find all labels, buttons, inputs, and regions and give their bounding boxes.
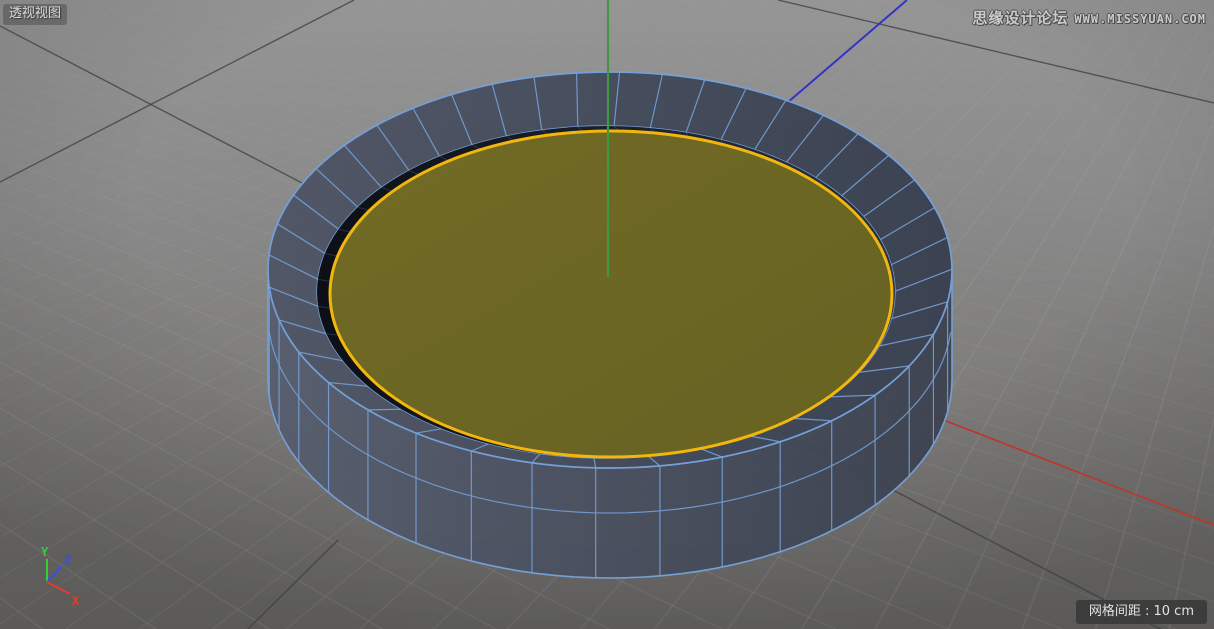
selected-polygon-face [330, 131, 892, 457]
gizmo-x-label: X [72, 594, 80, 608]
viewport-name-label: 透视视图 [3, 4, 67, 25]
z-axis-line [787, 0, 907, 103]
grid-spacing-badge: 网格间距 : 10 cm [1076, 600, 1207, 624]
watermark-site-name: 思缘设计论坛 [972, 9, 1068, 27]
x-axis-line [923, 412, 1214, 525]
watermark-site-url: WWW.MISSYUAN.COM [1074, 12, 1206, 26]
scene-canvas [0, 0, 1214, 629]
watermark: 思缘设计论坛 WWW.MISSYUAN.COM [972, 7, 1206, 28]
gizmo-z-label: Z [64, 553, 71, 567]
cylinder-mesh-object[interactable] [268, 72, 952, 578]
axis-gizmo-icon: Y Z X [10, 535, 100, 610]
gizmo-y-label: Y [41, 545, 49, 559]
perspective-viewport[interactable]: 透视视图 思缘设计论坛 WWW.MISSYUAN.COM 网格间距 : 10 cm… [0, 0, 1214, 629]
